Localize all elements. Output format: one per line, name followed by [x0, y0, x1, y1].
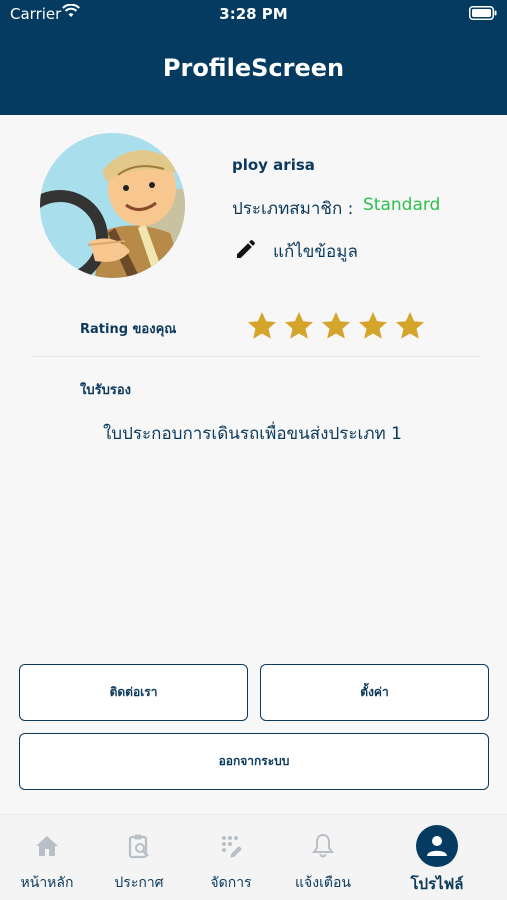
tab-notifications[interactable]: แจ้งเตือน	[278, 815, 368, 900]
page-title: ProfileScreen	[162, 54, 345, 82]
member-type-value: Standard	[363, 195, 441, 215]
status-bar: Carrier 3:28 PM	[0, 0, 507, 28]
certificate-item: ใบประกอบการเดินรถเพื่อขนส่งประเภท 1	[103, 424, 402, 444]
tab-home[interactable]: หน้าหลัก	[2, 815, 92, 900]
pencil-icon[interactable]	[234, 237, 258, 261]
star-icon	[285, 312, 313, 339]
star-icon	[322, 312, 350, 339]
star-icon	[359, 312, 387, 339]
tab-label: หน้าหลัก	[20, 875, 74, 891]
settings-button[interactable]: ตั้งค่า	[260, 664, 489, 721]
rating-stars	[246, 310, 426, 344]
manage-icon	[222, 836, 242, 858]
profile-icon	[427, 836, 447, 856]
certificates-label: ใบรับรอง	[80, 383, 131, 398]
home-icon	[36, 836, 58, 856]
tab-manage[interactable]: จัดการ	[186, 815, 276, 900]
tab-label: ประกาศ	[114, 875, 164, 891]
rating-label: Rating ของคุณ	[80, 322, 177, 337]
tab-label: แจ้งเตือน	[295, 875, 351, 891]
status-time: 3:28 PM	[219, 5, 288, 23]
star-icon	[248, 312, 276, 339]
battery-icon	[469, 6, 497, 20]
driver-avatar	[40, 133, 185, 278]
member-type-label: ประเภทสมาชิก :	[232, 199, 354, 219]
user-name: ploy arisa	[232, 156, 315, 174]
driver-avatar-icon	[40, 133, 185, 278]
app-header: Carrier 3:28 PM ProfileScreen	[0, 0, 507, 115]
tab-bar: หน้าหลัก ประกาศ จัดการ แจ้งเตือน โปรไฟล์	[0, 814, 507, 900]
edit-profile-link[interactable]: แก้ไขข้อมูล	[273, 238, 358, 265]
contact-us-button[interactable]: ติดต่อเรา	[19, 664, 248, 721]
divider	[32, 356, 480, 357]
tab-profile[interactable]: โปรไฟล์	[392, 815, 482, 900]
bell-icon	[312, 833, 334, 858]
tab-label: โปรไฟล์	[410, 875, 464, 893]
clipboard-search-icon	[128, 834, 149, 859]
logout-button[interactable]: ออกจากระบบ	[19, 733, 489, 790]
star-icon	[396, 312, 424, 339]
tab-label: จัดการ	[210, 875, 252, 891]
tab-announcements[interactable]: ประกาศ	[94, 815, 184, 900]
